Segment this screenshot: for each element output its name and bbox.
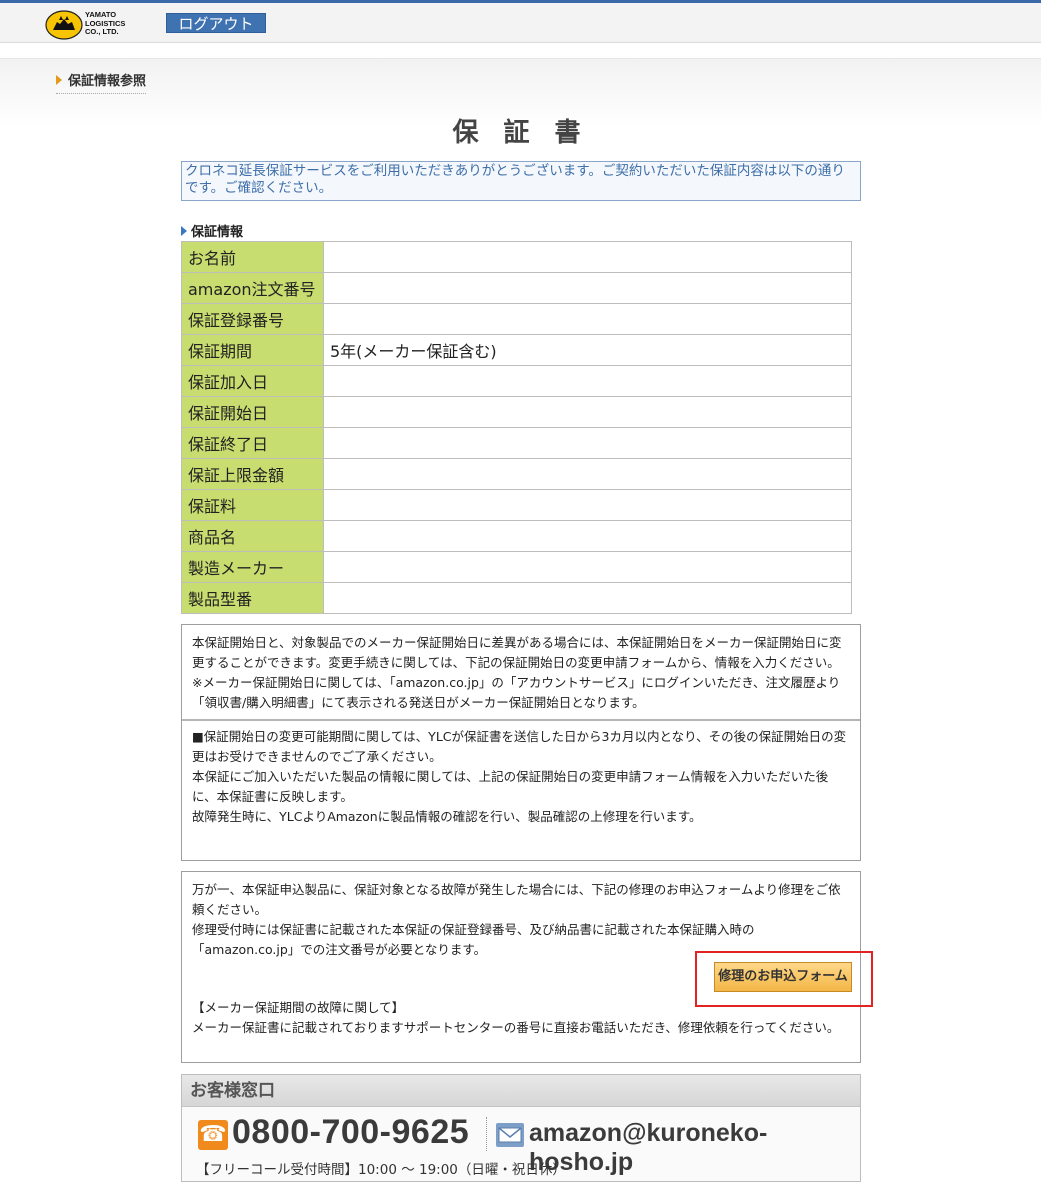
row-label: お名前 [181,241,324,273]
phone-number: 0800-700-9625 [232,1113,470,1151]
yamato-logo: YAMATO LOGISTICS CO., LTD. [45,10,135,40]
customer-contact-panel: お客様窓口 ☎ 0800-700-9625 amazon@kuroneko-ho… [181,1074,861,1182]
row-label: 保証加入日 [181,365,324,397]
black-cat-logo-icon [45,10,83,40]
warranty-info-table: お名前 amazon注文番号 保証登録番号 保証期間 5年(メーカー保証含む) 保… [181,241,852,614]
table-row: お名前 [181,241,852,273]
row-label: 保証終了日 [181,427,324,459]
row-value [323,272,852,304]
repair-application-form-button[interactable]: 修理のお申込フォーム [714,962,852,992]
row-value [323,427,852,459]
row-label: 保証開始日 [181,396,324,428]
row-value [323,458,852,490]
table-row: 製造メーカー [181,551,852,583]
contact-hours: 【フリーコール受付時間】10:00 〜 19:00（日曜・祝日休） [196,1162,566,1178]
table-row: 保証開始日 [181,396,852,428]
info-notice: クロネコ延長保証サービスをご利用いただきありがとうございます。ご契約いただいた保… [181,161,861,201]
row-label: 保証料 [181,489,324,521]
start-date-notice-box: 本保証開始日と、対象製品でのメーカー保証開始日に差異がある場合には、本保証開始日… [181,624,861,861]
breadcrumb: 保証情報参照 [56,70,147,94]
notice-paragraph: メーカー保証書に記載されておりますサポートセンターの番号に直接お電話いただき、修… [192,1020,840,1035]
row-value [323,551,852,583]
notice-paragraph: ※メーカー保証開始日に関しては、「amazon.co.jp」の「アカウントサービ… [192,675,841,710]
section-heading-label: 保証情報 [191,225,244,240]
breadcrumb-label: 保証情報参照 [68,74,147,89]
table-row: 保証登録番号 [181,303,852,335]
table-row: 保証料 [181,489,852,521]
table-row: 保証期間 5年(メーカー保証含む) [181,334,852,366]
notice-paragraph: ■保証開始日の変更可能期間に関しては、YLCが保証書を送信した日から3カ月以内と… [192,729,847,764]
row-value [323,489,852,521]
arrow-right-icon [181,226,187,236]
row-value [323,241,852,273]
contact-email: amazon@kuroneko-hosho.jp [529,1119,768,1176]
table-row: 保証上限金額 [181,458,852,490]
notice-paragraph: 故障発生時に、YLCよりAmazonに製品情報の確認を行い、製品確認の上修理を行… [192,809,702,824]
notice-paragraph: 万が一、本保証申込製品に、保証対象となる故障が発生した場合には、下記の修理のお申… [192,882,841,917]
repair-notice-box: 万が一、本保証申込製品に、保証対象となる故障が発生した場合には、下記の修理のお申… [181,871,873,1063]
table-row: amazon注文番号 [181,272,852,304]
row-label: 保証上限金額 [181,458,324,490]
notice-paragraph: 本保証開始日と、対象製品でのメーカー保証開始日に差異がある場合には、本保証開始日… [192,635,842,670]
header-bar: YAMATO LOGISTICS CO., LTD. ログアウト [0,3,1041,43]
apply-button-highlight: 修理のお申込フォーム [695,951,873,1007]
row-label: 保証期間 [181,334,324,366]
row-value [323,365,852,397]
mail-icon [496,1123,524,1147]
divider [486,1117,487,1151]
row-value [323,582,852,614]
contact-heading: お客様窓口 [182,1075,860,1107]
page-title: 保 証 書 [452,118,589,148]
table-row: 保証終了日 [181,427,852,459]
arrow-right-icon [56,75,62,85]
logo-text: YAMATO LOGISTICS CO., LTD. [85,10,126,36]
row-label: amazon注文番号 [181,272,324,304]
table-row: 保証加入日 [181,365,852,397]
divider [182,719,860,721]
table-row: 製品型番 [181,582,852,614]
row-value [323,520,852,552]
row-label: 商品名 [181,520,324,552]
notice-paragraph: 本保証にご加入いただいた製品の情報に関しては、上記の保証開始日の変更申請フォーム… [192,769,829,804]
row-value [323,396,852,428]
row-label: 製品型番 [181,582,324,614]
row-label: 製造メーカー [181,551,324,583]
logout-button[interactable]: ログアウト [166,13,266,33]
row-value: 5年(メーカー保証含む) [323,334,852,366]
table-row: 商品名 [181,520,852,552]
section-heading: 保証情報 [181,221,243,240]
row-value [323,303,852,335]
row-label: 保証登録番号 [181,303,324,335]
phone-icon: ☎ [198,1120,228,1150]
